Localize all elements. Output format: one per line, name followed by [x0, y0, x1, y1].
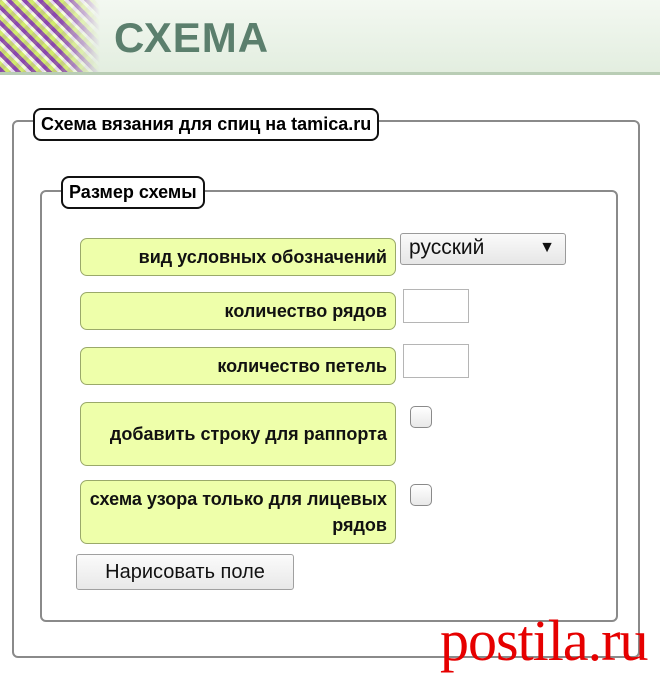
- knitting-scheme-fieldset: Схема вязания для спиц на tamica.ru Разм…: [12, 108, 640, 658]
- knitting-pattern-logo-icon: [0, 0, 100, 72]
- scheme-size-fieldset: Размер схемы вид условных обозначений ру…: [40, 176, 618, 622]
- scheme-size-legend: Размер схемы: [61, 176, 205, 209]
- stitches-count-input[interactable]: [403, 344, 469, 378]
- stitches-count-label: количество петель: [80, 347, 396, 385]
- add-repeat-row-label: добавить строку для раппорта: [80, 402, 396, 466]
- symbol-type-select[interactable]: русский ▼: [400, 233, 566, 265]
- draw-field-button[interactable]: Нарисовать поле: [76, 554, 294, 590]
- dropdown-arrow-icon: ▼: [539, 239, 555, 256]
- rows-count-label: количество рядов: [80, 292, 396, 330]
- fieldset-legend: Схема вязания для спиц на tamica.ru: [33, 108, 380, 141]
- rows-count-input[interactable]: [403, 289, 469, 323]
- right-side-rows-only-checkbox[interactable]: [410, 484, 432, 506]
- symbol-type-label: вид условных обозначений: [80, 238, 396, 276]
- postila-watermark: postila.ru: [440, 608, 648, 673]
- site-header: СХЕМА: [0, 0, 660, 75]
- right-side-rows-only-label: схема узора только для лицевых рядов: [80, 480, 396, 544]
- site-title: СХЕМА: [114, 14, 270, 61]
- add-repeat-row-checkbox[interactable]: [410, 406, 432, 428]
